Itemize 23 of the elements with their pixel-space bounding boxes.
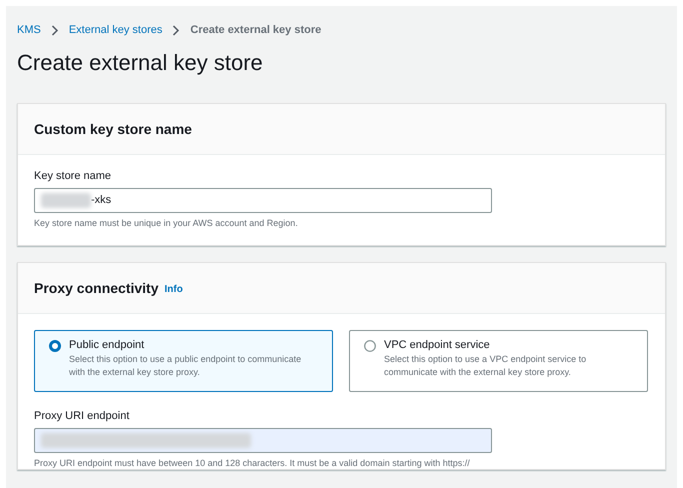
- field-label: Key store name: [34, 169, 112, 183]
- radio-button[interactable]: [364, 340, 376, 352]
- breadcrumb-current: Create external key store: [190, 22, 322, 38]
- chevron-right-icon: [50, 24, 59, 36]
- field-hint: Proxy URI endpoint must have between 10 and 128 characters. It must be a valid domain starting with https://: [34, 457, 471, 469]
- input-field[interactable]: -xks: [34, 188, 492, 213]
- page-title: Create external key store: [17, 49, 263, 77]
- chevron-right-icon: [172, 24, 180, 36]
- section-heading: Custom key store name: [34, 120, 192, 139]
- breadcrumb-link[interactable]: KMS: [17, 22, 41, 38]
- section-heading: Proxy connectivity: [34, 278, 158, 298]
- breadcrumb-link[interactable]: External key stores: [68, 22, 162, 38]
- radio-tile[interactable]: VPC endpoint service Select this option to use a VPC endpoint service to communicate with the external key store proxy.: [349, 330, 648, 392]
- input-field[interactable]: [34, 428, 492, 453]
- field-label: Proxy URI endpoint: [34, 409, 130, 423]
- option-description: Select this option to use a VPC endpoint service to communicate with the external key store proxy.: [384, 353, 588, 379]
- field-hint: Key store name must be unique in your AWS account and Region.: [34, 217, 299, 229]
- option-label: VPC endpoint service: [384, 338, 491, 352]
- option-label: Public endpoint: [69, 338, 146, 352]
- radio-tile[interactable]: Public endpoint Select this option to use a public endpoint to communicate with the external key store proxy.: [34, 330, 333, 392]
- info-link[interactable]: Info: [164, 282, 183, 296]
- radio-button[interactable]: [49, 340, 61, 352]
- option-description: Select this option to use a public endpoint to communicate with the external key store proxy.: [69, 353, 302, 379]
